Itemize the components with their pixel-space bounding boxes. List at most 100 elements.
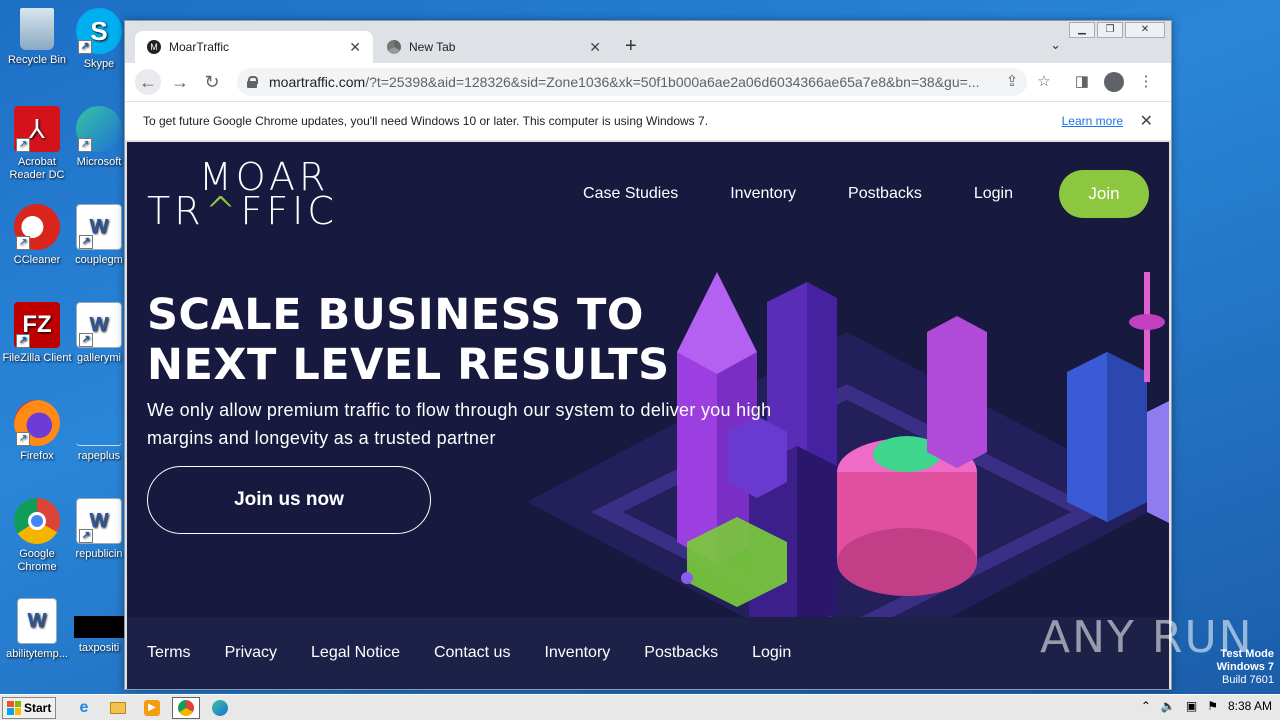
desktop-icon-chrome[interactable]: Google Chrome bbox=[0, 498, 74, 574]
desktop-icon-label: gallerymi bbox=[76, 352, 121, 364]
taskbar-explorer-icon[interactable] bbox=[104, 697, 132, 719]
desktop-icon-file[interactable]: taxpositi bbox=[74, 598, 124, 655]
shortcut-arrow-icon: ↗ bbox=[16, 236, 30, 250]
chrome-favicon-icon bbox=[387, 40, 401, 54]
firefox-icon: ↗ bbox=[14, 400, 60, 446]
desktop-icon-label: Google Chrome bbox=[17, 548, 57, 573]
infobar-message: To get future Google Chrome updates, you… bbox=[143, 114, 709, 128]
logo-text: TR bbox=[147, 189, 205, 233]
blank-file-icon bbox=[76, 400, 122, 446]
network-icon[interactable]: ▣ bbox=[1186, 699, 1197, 713]
desktop-icon-word-doc[interactable]: W ↗ republicin bbox=[74, 498, 124, 561]
shortcut-arrow-icon: ↗ bbox=[79, 529, 93, 543]
back-button[interactable]: ← bbox=[135, 69, 161, 95]
taskbar-chrome-icon[interactable] bbox=[172, 696, 200, 719]
tab-title: New Tab bbox=[409, 40, 456, 54]
bookmark-star-icon[interactable]: ☆ bbox=[1031, 69, 1057, 95]
lock-icon bbox=[247, 76, 258, 88]
desktop-icon-label: Recycle Bin bbox=[7, 54, 67, 66]
desktop-icon-word-doc[interactable]: W abilitytemp... bbox=[0, 598, 74, 661]
tab-search-chevron-icon[interactable]: ⌄ bbox=[1050, 37, 1061, 53]
shortcut-arrow-icon: ↗ bbox=[78, 40, 92, 54]
desktop-icon-recycle-bin[interactable]: Recycle Bin bbox=[0, 8, 74, 67]
tab-strip: M MoarTraffic ✕ New Tab ✕ + ⌄ bbox=[125, 29, 1171, 63]
url-path: /?t=25398&aid=128326&sid=Zone1036&xk=50f… bbox=[365, 74, 980, 90]
clock[interactable]: 8:38 AM bbox=[1228, 699, 1272, 713]
desktop-icon-label: rapeplus bbox=[77, 450, 121, 462]
url-host: moartraffic.com bbox=[269, 74, 366, 90]
shortcut-arrow-icon: ↗ bbox=[78, 138, 92, 152]
tray-expand-icon[interactable]: ⌃ bbox=[1141, 699, 1151, 713]
desktop-icon-edge[interactable]: ↗ Microsoft bbox=[74, 106, 124, 169]
taskbar-media-player-icon[interactable]: ▶ bbox=[138, 697, 166, 719]
skype-icon: S ↗ bbox=[76, 8, 122, 54]
footer-link-inventory[interactable]: Inventory bbox=[544, 644, 610, 662]
nav-login[interactable]: Login bbox=[974, 185, 1013, 203]
footer-link-contact-us[interactable]: Contact us bbox=[434, 644, 510, 662]
shortcut-arrow-icon: ↗ bbox=[16, 334, 30, 348]
profile-avatar-icon[interactable] bbox=[1101, 69, 1127, 95]
taskbar: Start e ▶ ⌃ 🔈 ▣ ⚑ 8:38 AM bbox=[0, 694, 1280, 720]
nav-inventory[interactable]: Inventory bbox=[730, 185, 796, 203]
desktop-icon-label: taxpositi bbox=[78, 642, 120, 654]
forward-button[interactable]: → bbox=[167, 69, 193, 95]
test-mode-label: Test Mode Windows 7 Build 7601 bbox=[1217, 648, 1274, 687]
desktop-icon-label: republicin bbox=[75, 548, 123, 560]
footer-link-login[interactable]: Login bbox=[752, 644, 791, 662]
desktop-icon-skype[interactable]: S ↗ Skype bbox=[74, 8, 124, 71]
word-document-icon: W ↗ bbox=[76, 302, 122, 348]
infobar-close-icon[interactable]: ✕ bbox=[1140, 111, 1153, 131]
learn-more-link[interactable]: Learn more bbox=[1062, 114, 1123, 128]
nav-postbacks[interactable]: Postbacks bbox=[848, 185, 922, 203]
recycle-bin-icon bbox=[20, 8, 54, 50]
hero-headline-line: SCALE BUSINESS TO bbox=[147, 290, 644, 340]
desktop-icon-label: Acrobat Reader DC bbox=[9, 156, 65, 181]
site-footer: Terms Privacy Legal Notice Contact us In… bbox=[127, 617, 1169, 689]
volume-icon[interactable]: 🔈 bbox=[1161, 699, 1176, 713]
taskbar-ie-icon[interactable]: e bbox=[70, 697, 98, 719]
share-icon[interactable]: ⇪ bbox=[999, 69, 1025, 95]
desktop-icon-ccleaner[interactable]: ↗ CCleaner bbox=[0, 204, 74, 267]
desktop-icon-word-doc[interactable]: W ↗ gallerymi bbox=[74, 302, 124, 365]
shortcut-arrow-icon: ↗ bbox=[16, 138, 30, 152]
footer-link-terms[interactable]: Terms bbox=[147, 644, 191, 662]
desktop-icon-firefox[interactable]: ↗ Firefox bbox=[0, 400, 74, 463]
desktop-icon-word-doc[interactable]: W ↗ couplegm bbox=[74, 204, 124, 267]
system-tray: ⌃ 🔈 ▣ ⚑ 8:38 AM bbox=[1141, 699, 1272, 713]
logo-text: FFIC bbox=[240, 189, 338, 233]
new-tab-button[interactable]: + bbox=[625, 35, 637, 58]
desktop-icon-filezilla[interactable]: FZ ↗ FileZilla Client bbox=[0, 302, 74, 365]
start-label: Start bbox=[24, 700, 52, 715]
taskbar-edge-icon[interactable] bbox=[206, 697, 234, 719]
tab-title: MoarTraffic bbox=[169, 40, 230, 54]
footer-link-privacy[interactable]: Privacy bbox=[225, 644, 277, 662]
hero-headline-line: NEXT LEVEL RESULTS bbox=[147, 340, 670, 390]
desktop-icon-label: FileZilla Client bbox=[2, 352, 72, 364]
tab-new-tab[interactable]: New Tab ✕ bbox=[375, 31, 613, 63]
footer-link-legal-notice[interactable]: Legal Notice bbox=[311, 644, 400, 662]
moartraffic-favicon-icon: M bbox=[147, 40, 161, 54]
site-nav: Case Studies Inventory Postbacks Login J… bbox=[583, 170, 1149, 218]
update-infobar: To get future Google Chrome updates, you… bbox=[125, 101, 1171, 141]
start-button[interactable]: Start bbox=[2, 696, 56, 719]
address-bar[interactable]: moartraffic.com /?t=25398&aid=128326&sid… bbox=[237, 68, 1027, 96]
tab-close-icon[interactable]: ✕ bbox=[589, 39, 601, 56]
build-number-text: Build 7601 bbox=[1222, 674, 1274, 686]
moartraffic-logo[interactable]: MOAR TR^FFIC bbox=[147, 158, 338, 230]
side-panel-icon[interactable]: ◨ bbox=[1069, 69, 1095, 95]
shortcut-arrow-icon: ↗ bbox=[16, 432, 30, 446]
join-button[interactable]: Join bbox=[1059, 170, 1149, 218]
desktop-icon-file[interactable]: rapeplus bbox=[74, 400, 124, 463]
footer-link-postbacks[interactable]: Postbacks bbox=[644, 644, 718, 662]
reload-button[interactable]: ↻ bbox=[199, 69, 225, 95]
tab-moartraffic[interactable]: M MoarTraffic ✕ bbox=[135, 31, 373, 63]
tab-close-icon[interactable]: ✕ bbox=[349, 39, 361, 56]
join-us-now-button[interactable]: Join us now bbox=[147, 466, 431, 534]
action-center-flag-icon[interactable]: ⚑ bbox=[1207, 699, 1218, 713]
nav-case-studies[interactable]: Case Studies bbox=[583, 185, 678, 203]
desktop-icon-acrobat[interactable]: ⅄ ↗ Acrobat Reader DC bbox=[0, 106, 74, 182]
menu-kebab-icon[interactable]: ⋮ bbox=[1133, 69, 1159, 95]
desktop-icon-label: Firefox bbox=[20, 450, 54, 462]
desktop-icon-label: Microsoft bbox=[76, 156, 122, 168]
windows-logo-icon bbox=[7, 700, 21, 715]
